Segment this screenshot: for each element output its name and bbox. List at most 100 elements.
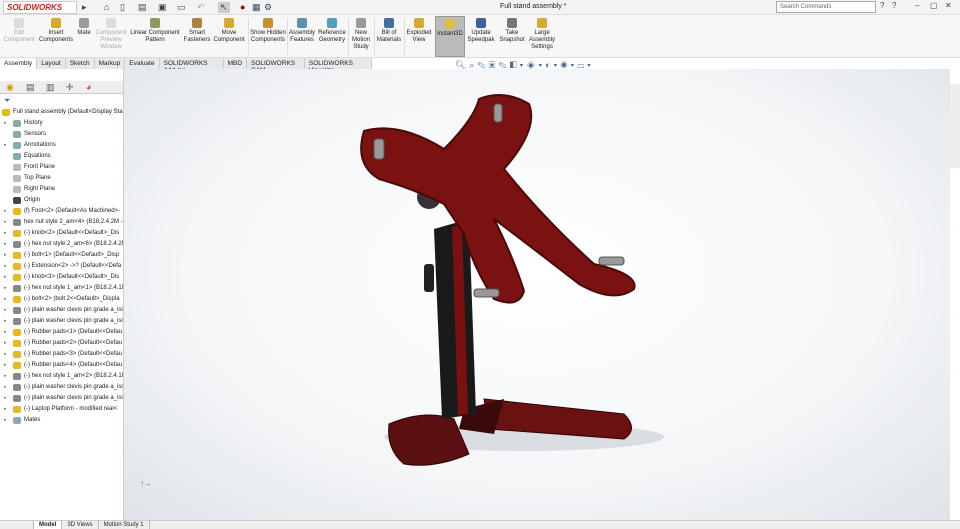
home-icon[interactable]: ⌂ — [104, 2, 109, 12]
expand-arrow-icon[interactable]: ▸ — [4, 382, 7, 393]
tree-item[interactable]: ▸ History — [0, 118, 123, 129]
tab-scroll[interactable] — [0, 521, 34, 529]
tree-item[interactable]: Top Plane — [0, 173, 123, 184]
tree-item[interactable]: ▸ Annotations — [0, 140, 123, 151]
show-hidden-components-button[interactable]: Show Hidden Components — [250, 18, 286, 44]
new-motion-study-button[interactable]: New Motion Study — [349, 18, 373, 51]
tab-assembly[interactable]: Assembly — [0, 58, 38, 69]
search-commands-input[interactable]: Search Commands — [776, 1, 876, 13]
tree-item[interactable]: ▸ (-) bolt<2> (bolt 2<<Default>_Displa — [0, 294, 123, 305]
expand-arrow-icon[interactable]: ▸ — [4, 217, 7, 228]
task-pane-tabs[interactable] — [950, 84, 960, 168]
tab-3d-views[interactable]: 3D Views — [62, 521, 99, 529]
undo-icon[interactable]: ↶ — [197, 2, 205, 13]
assembly-features-button[interactable]: Assembly Features — [288, 18, 316, 44]
tree-item[interactable]: ▸ (-) plain washer clevis pin grade a_isc — [0, 382, 123, 393]
large-assembly-settings-button[interactable]: Large Assembly Settings — [528, 18, 556, 51]
expand-arrow-icon[interactable]: ▸ — [4, 371, 7, 382]
tree-item[interactable]: ▸ (-) knob<2> (Default<<Default>_Dis — [0, 228, 123, 239]
tree-item[interactable]: Sensors — [0, 129, 123, 140]
graphics-area[interactable]: ↑→ — [124, 69, 950, 520]
linear-component-pattern-button[interactable]: Linear Component Pattern — [130, 18, 180, 44]
tree-item[interactable]: Front Plane — [0, 162, 123, 173]
tree-item[interactable]: ▸ (-) hex nut style 1_am<1> (B18.2.4.1M — [0, 283, 123, 294]
tree-item[interactable]: ▸ (-) hex nut style 1_am<2> (B18.2.4.1M — [0, 371, 123, 382]
expand-arrow-icon[interactable]: ▸ — [4, 404, 7, 415]
take-snapshot-button[interactable]: Take Snapshot — [498, 18, 526, 44]
tab-visualize[interactable]: SOLIDWORKS Visualize — [304, 58, 372, 74]
new-document-icon[interactable]: ▯ — [120, 2, 125, 13]
expand-arrow-icon[interactable]: ▸ — [4, 140, 7, 151]
expand-arrow-icon[interactable]: ▸ — [4, 261, 7, 272]
tab-cam[interactable]: SOLIDWORKS CAM — [247, 58, 305, 74]
instant3d-button[interactable]: Instant3D — [435, 16, 465, 57]
restore-icon[interactable]: ▢ — [930, 1, 938, 10]
solidworks-logo[interactable]: SOLIDWORKS — [3, 1, 77, 14]
insert-components-button[interactable]: Insert Components — [38, 18, 74, 44]
expand-arrow-icon[interactable]: ▸ — [4, 327, 7, 338]
expand-arrow-icon[interactable]: ▸ — [4, 305, 7, 316]
open-icon[interactable]: ▤ — [138, 2, 147, 13]
tab-model[interactable]: Model — [34, 521, 63, 529]
tree-item[interactable]: ▸ (-) Rubber pads<2> (Default<<Defau — [0, 338, 123, 349]
exploded-view-button[interactable]: Exploded View — [405, 18, 433, 44]
dimxpert-tab-icon[interactable]: ✛ — [66, 82, 74, 93]
tab-markup[interactable]: Markup — [94, 58, 126, 69]
tab-addins[interactable]: SOLIDWORKS Add-Ins — [159, 58, 224, 74]
mate-button[interactable]: Mate — [75, 18, 93, 37]
expand-arrow-icon[interactable]: ▸ — [4, 228, 7, 239]
expand-arrow-icon[interactable]: ▸ — [4, 393, 7, 404]
expand-arrow-icon[interactable]: ▸ — [82, 2, 87, 13]
expand-arrow-icon[interactable]: ▸ — [4, 206, 7, 217]
configuration-manager-tab-icon[interactable]: ▥ — [46, 82, 55, 93]
tree-item[interactable]: ▸ (-) Rubber pads<1> (Default<<Defau — [0, 327, 123, 338]
tree-item[interactable]: ▸ Mates — [0, 415, 123, 426]
tree-item[interactable]: ▸ (-) Extension<2> ->? (Default<<Defa — [0, 261, 123, 272]
expand-arrow-icon[interactable]: ▸ — [4, 250, 7, 261]
tab-evaluate[interactable]: Evaluate — [125, 58, 160, 69]
bill-of-materials-button[interactable]: Bill of Materials — [375, 18, 403, 44]
tree-item[interactable]: Right Plane — [0, 184, 123, 195]
save-icon[interactable]: ▣ — [158, 2, 167, 13]
feature-manager-tab-icon[interactable]: ◉ — [6, 82, 14, 93]
tree-item[interactable]: ▸ (-) hex nut style 2_am<6> (B18.2.4.2M — [0, 239, 123, 250]
tree-item[interactable]: Equations — [0, 151, 123, 162]
tree-item[interactable]: ▸ (-) Laptop Platform - modified real< — [0, 404, 123, 415]
expand-arrow-icon[interactable]: ▸ — [4, 239, 7, 250]
file-properties-icon[interactable]: ▦ — [252, 2, 261, 13]
tree-item[interactable]: ▸ (-) plain washer clevis pin grade a_isc — [0, 393, 123, 404]
rebuild-icon[interactable]: ● — [240, 2, 245, 12]
help-icon[interactable]: ? — [880, 1, 884, 10]
tree-item[interactable]: ▸ (-) Rubber pads<4> (Default<<Defau — [0, 360, 123, 371]
help-menu-icon[interactable]: ? — [892, 1, 896, 10]
expand-arrow-icon[interactable]: ▸ — [4, 118, 7, 129]
tab-mbd[interactable]: MBD — [223, 58, 248, 69]
expand-arrow-icon[interactable]: ▸ — [4, 415, 7, 426]
tree-item[interactable]: Origin — [0, 195, 123, 206]
expand-arrow-icon[interactable]: ▸ — [4, 338, 7, 349]
tree-item[interactable]: ▸ (-) Rubber pads<3> (Default<<Defau — [0, 349, 123, 360]
options-gear-icon[interactable]: ⚙ — [264, 2, 272, 13]
filter-icon[interactable]: ⏷ — [4, 96, 10, 106]
property-manager-tab-icon[interactable]: ▤ — [26, 82, 35, 93]
tree-item[interactable]: Full stand assembly (Default<Display Sta — [0, 107, 123, 118]
expand-arrow-icon[interactable]: ▸ — [4, 360, 7, 371]
expand-arrow-icon[interactable]: ▸ — [4, 272, 7, 283]
tree-item[interactable]: ▸ (-) bolt<1> (Default<<Default>_Disp — [0, 250, 123, 261]
component-preview-window-button[interactable]: Component Preview Window — [94, 18, 128, 51]
edit-component-button[interactable]: Edit Component — [2, 18, 36, 44]
tab-layout[interactable]: Layout — [37, 58, 66, 69]
tree-item[interactable]: ▸ (f) Foot<2> (Default<As Machined>- — [0, 206, 123, 217]
close-icon[interactable]: ✕ — [945, 1, 952, 10]
move-component-button[interactable]: Move Component — [212, 18, 246, 44]
tree-item[interactable]: ▸ hex nut style 2_am<4> (B18.2.4.2M - — [0, 217, 123, 228]
smart-fasteners-button[interactable]: Smart Fasteners — [182, 18, 212, 44]
expand-arrow-icon[interactable]: ▸ — [4, 349, 7, 360]
update-speedpak-button[interactable]: Update Speedpak — [467, 18, 495, 44]
expand-arrow-icon[interactable]: ▸ — [4, 316, 7, 327]
tree-item[interactable]: ▸ (-) plain washer clevis pin grade a_isc — [0, 305, 123, 316]
expand-arrow-icon[interactable]: ▸ — [4, 283, 7, 294]
tab-sketch[interactable]: Sketch — [65, 58, 95, 69]
reference-geometry-button[interactable]: Reference Geometry — [317, 18, 347, 44]
tree-item[interactable]: ▸ (-) plain washer clevis pin grade a_isc — [0, 316, 123, 327]
